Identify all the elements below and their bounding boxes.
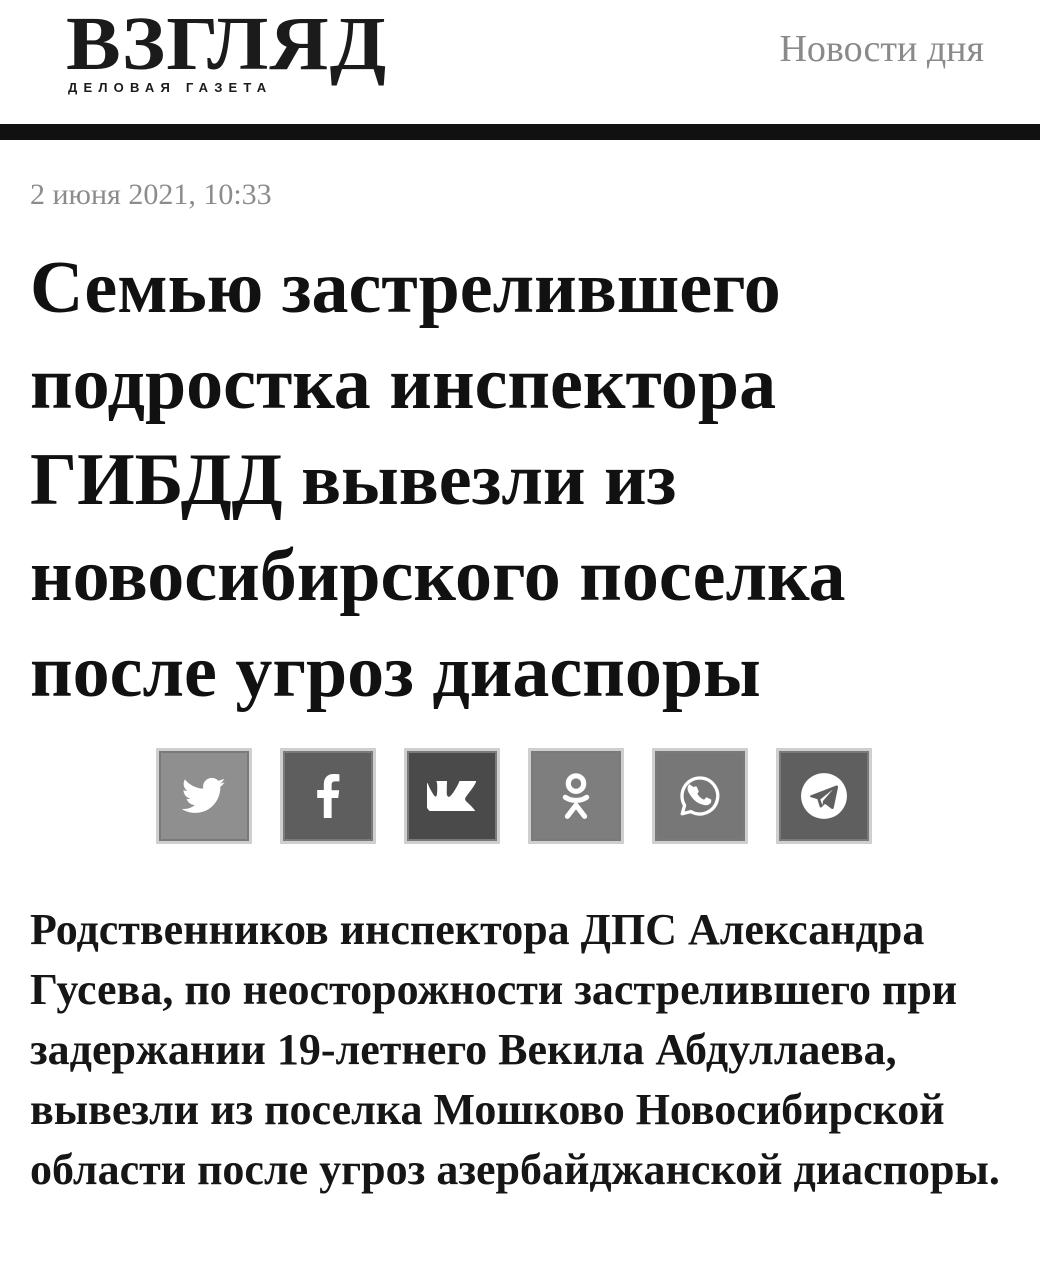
share-twitter-button[interactable] <box>156 748 252 844</box>
whatsapp-icon <box>680 776 720 816</box>
share-bar <box>156 748 884 848</box>
twitter-icon <box>182 777 226 813</box>
article-date: 2 июня 2021, 10:33 <box>30 178 272 211</box>
share-odnoklassniki-button[interactable] <box>528 748 624 844</box>
article-lead: Родственников инспектора ДПС Александра … <box>30 905 1000 1194</box>
share-vk-button[interactable] <box>404 748 500 844</box>
facebook-icon <box>317 774 340 818</box>
article-headline: Семью застрелившего подростка инспектора… <box>30 247 846 713</box>
share-telegram-button[interactable] <box>776 748 872 844</box>
logo-subtitle: ДЕЛОВАЯ ГАЗЕТА <box>68 80 273 95</box>
logo-title: ВЗГЛЯД <box>66 2 388 86</box>
site-logo[interactable]: ВЗГЛЯД ДЕЛОВАЯ ГАЗЕТА <box>66 6 402 98</box>
vk-icon <box>427 781 477 811</box>
header-divider <box>0 124 1040 140</box>
share-facebook-button[interactable] <box>280 748 376 844</box>
share-whatsapp-button[interactable] <box>652 748 748 844</box>
telegram-icon <box>801 773 847 819</box>
odnoklassniki-icon <box>562 773 590 819</box>
site-header: ВЗГЛЯД ДЕЛОВАЯ ГАЗЕТА Новости дня <box>0 0 1040 124</box>
news-of-day-link[interactable]: Новости дня <box>779 27 984 71</box>
